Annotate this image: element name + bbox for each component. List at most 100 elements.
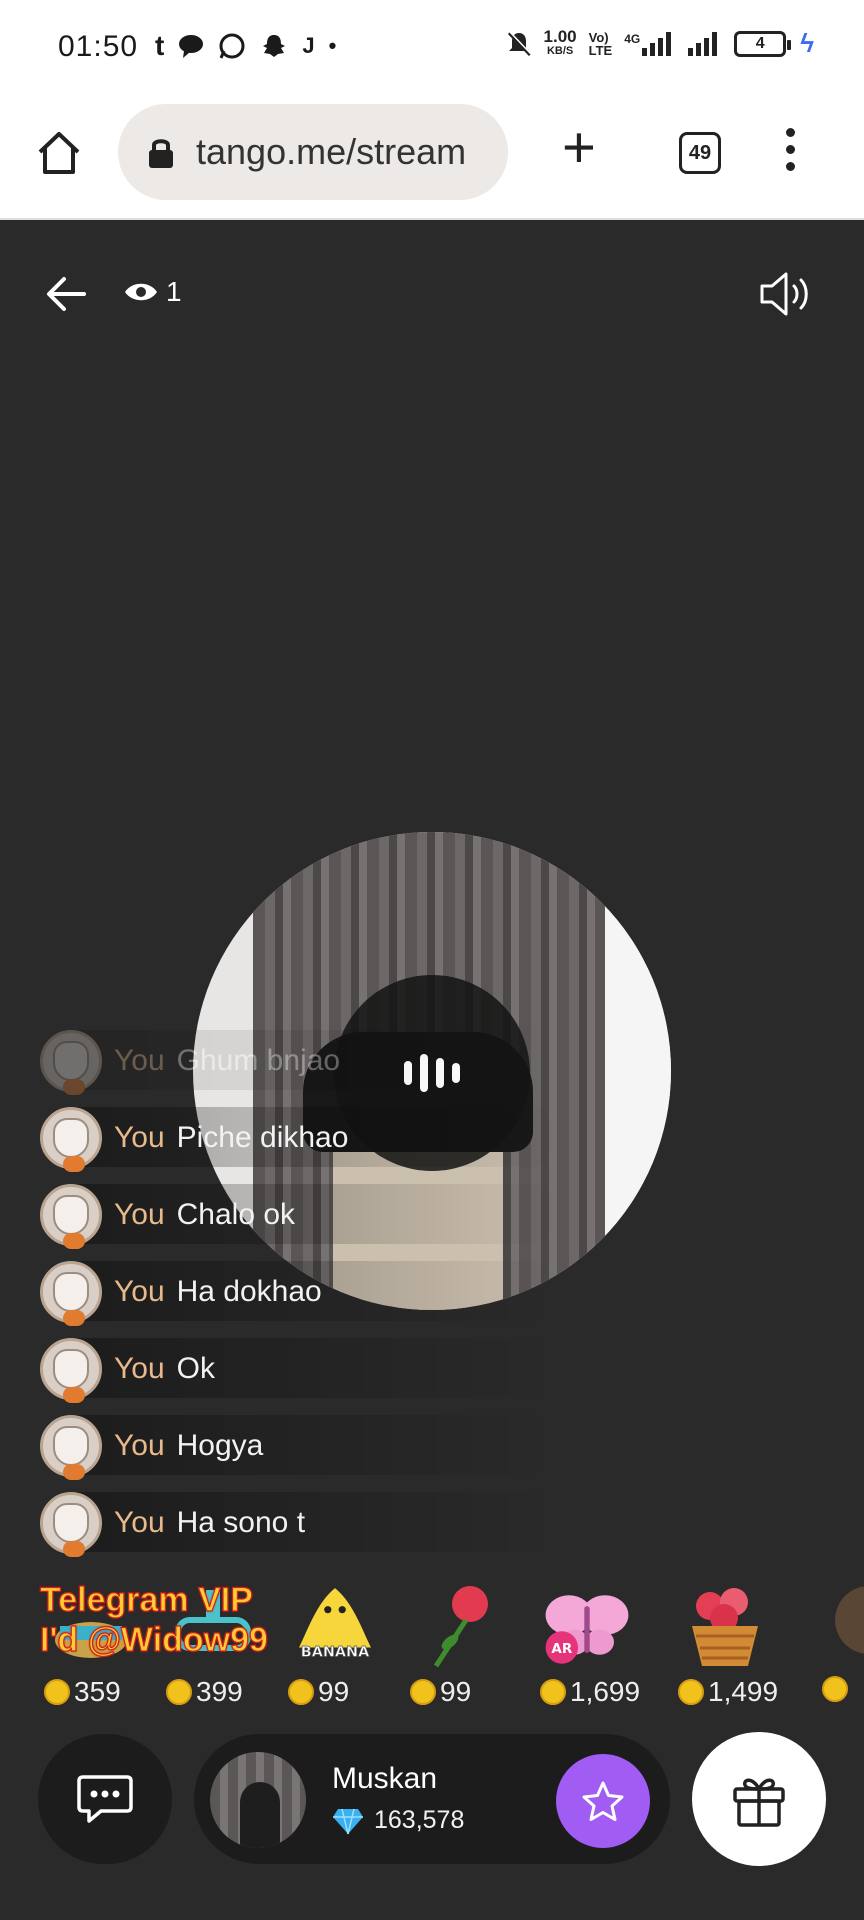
streamer-avatar[interactable]	[210, 1752, 306, 1848]
avatar[interactable]	[40, 1106, 102, 1172]
bottom-action-bar: Muskan 163,578	[0, 1710, 864, 1920]
net-speed-value: 1.00	[543, 26, 577, 46]
chat-icon	[77, 1775, 133, 1823]
chat-sender[interactable]: You	[114, 1506, 165, 1540]
coin-icon	[410, 1679, 436, 1705]
home-icon[interactable]	[34, 128, 84, 178]
chat-text: Hogya	[176, 1428, 264, 1462]
lock-icon	[149, 139, 173, 168]
rose-icon	[412, 1580, 502, 1670]
net-speed-unit: KB/S	[546, 44, 574, 57]
streamer-name: Muskan	[332, 1762, 438, 1795]
avatar[interactable]	[40, 1491, 102, 1557]
new-tab-button[interactable]: +	[562, 119, 596, 177]
system-status-icons: 1.00 KB/S Vo) LTE 4G 4 ϟ	[506, 28, 814, 59]
chat-message: You Piche dikhao	[40, 1099, 560, 1176]
coin-icon	[540, 1679, 566, 1705]
chat-sender[interactable]: You	[114, 1275, 165, 1309]
status-bar: 01:50 t J • 1.00 KB/S Vo) LTE 4G 4 ϟ	[0, 0, 864, 98]
avatar[interactable]	[40, 1337, 102, 1403]
gift-price: 359	[44, 1676, 121, 1708]
tumblr-icon: t	[155, 30, 165, 61]
whatsapp-icon	[219, 33, 245, 59]
gift-price: 1,499	[678, 1676, 778, 1708]
chat-sender[interactable]: You	[114, 1352, 165, 1386]
gift-item[interactable]: 99	[394, 1576, 514, 1708]
avatar[interactable]	[40, 1260, 102, 1326]
streamer-info[interactable]: Muskan 163,578	[194, 1734, 670, 1864]
volte-bottom: LTE	[588, 42, 613, 58]
banana-badge-text: BANANA	[301, 1645, 370, 1661]
signal-bars-icon-2	[688, 31, 718, 56]
battery-level: 4	[755, 34, 765, 52]
diamond-icon	[333, 1808, 363, 1834]
diamond-count-value: 163,578	[374, 1806, 465, 1834]
viewer-count-value: 1	[166, 276, 182, 307]
gift-price: 99	[410, 1676, 471, 1708]
gift-item[interactable]: BANANA 99	[272, 1576, 392, 1708]
avatar[interactable]	[40, 1183, 102, 1249]
watermark-line-1: Telegram VIP	[39, 1580, 253, 1619]
chat-text: Ghum bnjao	[176, 1043, 341, 1077]
coin-icon	[678, 1679, 704, 1705]
dot-icon: •	[328, 33, 337, 58]
chat-message: You Ha dokhao	[40, 1253, 560, 1330]
tab-count: 49	[688, 141, 712, 164]
gift-price: 1,699	[540, 1676, 640, 1708]
gift-price	[822, 1676, 848, 1702]
butterfly-icon: AR	[542, 1580, 632, 1670]
volte-indicator: Vo) LTE	[589, 31, 613, 57]
gift-price-value: 99	[440, 1676, 472, 1707]
speaker-icon[interactable]	[758, 268, 816, 320]
flower-basket-icon	[680, 1580, 770, 1670]
chat-sender[interactable]: You	[114, 1198, 165, 1232]
chat-message: You Ok	[40, 1330, 560, 1407]
gift-price-value: 1,499	[708, 1676, 779, 1707]
mute-bell-icon	[507, 30, 532, 56]
coin-icon	[822, 1676, 848, 1702]
browser-toolbar: tango.me/stream + 49	[0, 98, 864, 220]
gift-item[interactable]	[806, 1576, 864, 1708]
banana-icon: BANANA	[290, 1580, 380, 1670]
more-vert-icon[interactable]	[786, 128, 796, 171]
url-text: tango.me/stream	[196, 131, 467, 172]
chat-button[interactable]	[38, 1734, 172, 1864]
coin-icon	[288, 1679, 314, 1705]
chat-message: You Ha sono t	[40, 1484, 560, 1561]
net-speed: 1.00 KB/S	[543, 26, 577, 58]
volte-top: Vo)	[588, 29, 609, 45]
chat-text: Piche dikhao	[176, 1120, 349, 1154]
back-arrow-icon[interactable]	[44, 272, 88, 316]
avatar[interactable]	[40, 1414, 102, 1480]
notification-icons: t J •	[155, 30, 336, 62]
chat-text: Ha dokhao	[176, 1274, 322, 1308]
avatar[interactable]	[40, 1029, 102, 1095]
chat-text: Ok	[176, 1351, 215, 1385]
gift-item[interactable]: AR 1,699	[524, 1576, 644, 1708]
gift-icon	[733, 1778, 785, 1827]
chat-sender[interactable]: You	[114, 1429, 165, 1463]
follow-button[interactable]	[556, 1754, 650, 1848]
gift-button[interactable]	[692, 1732, 826, 1866]
address-bar[interactable]: tango.me/stream	[118, 104, 508, 200]
chat-message: You Hogya	[40, 1407, 560, 1484]
gift-price: 399	[166, 1676, 243, 1708]
chat-sender[interactable]: You	[114, 1121, 165, 1155]
j-app-icon: J	[302, 33, 315, 58]
chat-list: You Ghum bnjao You Piche dikhao You Chal…	[40, 1022, 560, 1561]
ar-badge-text: AR	[551, 1641, 572, 1657]
coin-icon	[44, 1679, 70, 1705]
video-wall	[605, 832, 671, 1310]
star-icon	[582, 1781, 624, 1821]
gift-item[interactable]: 1,499	[662, 1576, 782, 1708]
coin-icon	[166, 1679, 192, 1705]
snapchat-icon	[263, 35, 286, 57]
battery-icon: 4	[734, 30, 792, 57]
chat-sender[interactable]: You	[114, 1044, 165, 1078]
chat-message: You Chalo ok	[40, 1176, 560, 1253]
charging-icon: ϟ	[800, 28, 814, 58]
watermark-line-2: I'd @Widow99	[39, 1620, 268, 1659]
chat-text: Chalo ok	[176, 1197, 296, 1231]
gift-price-value: 99	[318, 1676, 350, 1707]
tabs-button[interactable]: 49	[679, 132, 721, 174]
